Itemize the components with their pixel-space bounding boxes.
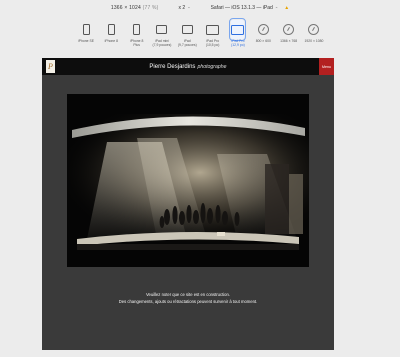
user-agent-select[interactable]: Safari — iOS 13.1.3 — iPad ⌃ — [211, 5, 279, 11]
device-ipad-pro-10[interactable]: iPad Pro (10,5 po) — [202, 20, 224, 50]
site-logo[interactable]: P — [46, 60, 55, 73]
device-label: iPad (9,7 pouces) — [177, 39, 197, 47]
construction-notice: Veuillez noter que ce site est en constr… — [42, 291, 334, 305]
notice-line-1: Veuillez noter que ce site est en constr… — [145, 292, 231, 297]
device-label: iPad Pro (12,9 po) — [231, 39, 245, 47]
iphone-icon — [133, 24, 141, 35]
ipad-icon — [156, 25, 168, 34]
device-label: 1366 × 768 — [280, 39, 298, 43]
chevron-updown-icon: ⌃ — [274, 5, 279, 11]
iphone-icon — [107, 24, 115, 35]
device-label: iPad Pro (10,5 po) — [205, 39, 220, 47]
device-label: iPhone SE — [77, 39, 95, 43]
warning-icon[interactable]: ▲ — [284, 5, 289, 11]
device-label: iPhone 8 Plus — [129, 39, 144, 47]
screen-size-icon — [257, 24, 269, 35]
stage-photograph — [67, 94, 309, 267]
ipad-icon — [231, 24, 245, 35]
screen-size-icon — [283, 24, 295, 35]
website-viewport: P Pierre Desjardins photographe Menu Veu… — [42, 58, 334, 350]
device-presets: iPhone SE iPhone 8 iPhone 8 Plus iPad mi… — [75, 18, 325, 50]
ipad-icon — [181, 25, 193, 34]
pixel-ratio-label: x 2 — [178, 5, 186, 11]
device-1366x768[interactable]: 1366 × 768 — [278, 20, 300, 50]
site-header: P Pierre Desjardins photographe Menu — [42, 58, 334, 75]
device-iphone-8-plus[interactable]: iPhone 8 Plus — [126, 20, 148, 50]
device-iphone-se[interactable]: iPhone SE — [75, 20, 97, 50]
photographer-subtitle: photographe — [197, 63, 227, 70]
device-label: 800 × 600 — [255, 39, 271, 43]
dimensions-text: 1366 × 1024 — [110, 5, 141, 11]
menu-button[interactable]: Menu — [319, 58, 334, 75]
user-agent-label: Safari — iOS 13.1.3 — iPad — [210, 5, 273, 11]
site-title: Pierre Desjardins photographe — [149, 64, 226, 70]
iphone-icon — [82, 24, 90, 35]
zoom-text: (77 %) — [142, 5, 159, 11]
device-label: iPad mini (7,9 pouces) — [152, 39, 172, 47]
ipad-icon — [206, 24, 220, 35]
responsive-design-toolbar: 1366 × 1024 (77 %) x 2 ⌃ Safari — iOS 13… — [0, 0, 400, 16]
notice-line-2: Des changements, ajouts ou rétractations… — [118, 299, 258, 304]
photographer-name: Pierre Desjardins — [149, 63, 196, 70]
pixel-ratio-select[interactable]: x 2 ⌃ — [179, 5, 191, 11]
device-iphone-8[interactable]: iPhone 8 — [100, 20, 122, 50]
device-label: 1920 × 1080 — [304, 39, 324, 43]
stage-scene-image — [67, 94, 309, 267]
device-800x600[interactable]: 800 × 600 — [252, 20, 274, 50]
device-label: iPhone 8 — [104, 39, 119, 43]
device-ipad-pro-12[interactable]: iPad Pro (12,9 po) — [227, 18, 249, 50]
screen-size-icon — [308, 24, 320, 35]
chevron-updown-icon: ⌃ — [187, 5, 191, 11]
viewport-dimensions[interactable]: 1366 × 1024 (77 %) — [111, 5, 159, 11]
device-ipad-mini[interactable]: iPad mini (7,9 pouces) — [151, 20, 173, 50]
device-ipad[interactable]: iPad (9,7 pouces) — [176, 20, 198, 50]
device-1920x1080[interactable]: 1920 × 1080 — [303, 20, 325, 50]
